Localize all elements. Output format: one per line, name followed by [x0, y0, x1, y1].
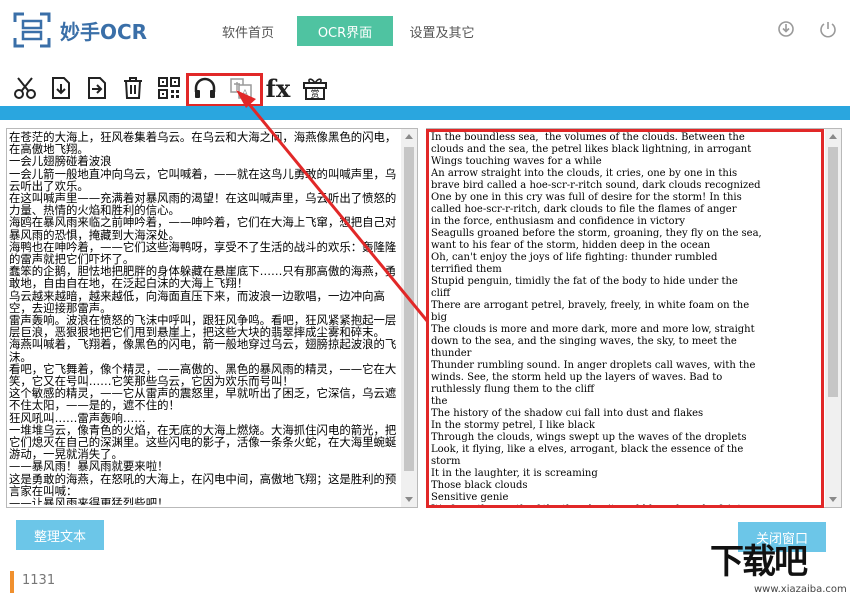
minimize-icon[interactable] — [776, 19, 796, 39]
highlight-box-translation — [426, 129, 824, 508]
formula-label: fx — [265, 73, 291, 103]
progress-divider — [0, 106, 850, 120]
tab-home[interactable]: 软件首页 — [200, 16, 296, 46]
gift-label: 赏 — [310, 88, 319, 100]
formula-icon[interactable]: fx — [262, 72, 294, 104]
scroll-down-icon[interactable] — [405, 497, 413, 502]
tab-settings[interactable]: 设置及其它 — [394, 16, 490, 46]
scroll-thumb[interactable] — [828, 147, 838, 397]
scroll-up-icon[interactable] — [829, 134, 837, 139]
ocr-app-window: 妙手OCR 软件首页 OCR界面 设置及其它 A fx 赏 在苍茫的大海上，狂风… — [0, 0, 850, 600]
qrcode-icon[interactable] — [154, 72, 184, 104]
highlight-box-toolbar — [186, 73, 263, 107]
app-title: 妙手OCR — [60, 20, 148, 44]
scroll-down-icon[interactable] — [829, 497, 837, 502]
toolbar: A fx 赏 — [0, 70, 850, 108]
delete-icon[interactable] — [118, 72, 148, 104]
header: 妙手OCR 软件首页 OCR界面 设置及其它 — [0, 0, 850, 62]
scroll-thumb[interactable] — [404, 147, 414, 471]
app-logo-icon — [13, 12, 51, 48]
close-icon[interactable] — [818, 19, 838, 39]
scissors-icon[interactable] — [10, 72, 40, 104]
export-icon[interactable] — [82, 72, 112, 104]
status-marker — [10, 571, 14, 593]
translation-scrollbar[interactable] — [825, 129, 841, 507]
tab-ocr[interactable]: OCR界面 — [297, 16, 393, 46]
clean-text-button[interactable]: 整理文本 — [16, 520, 104, 550]
source-text: 在苍茫的大海上，狂风卷集着乌云。在乌云和大海之间，海燕像黑色的闪电，在高傲地飞翔… — [9, 131, 397, 505]
site-watermark: 下载吧 www.xiazaiba.com — [700, 530, 850, 600]
source-scrollbar[interactable] — [401, 129, 417, 507]
ocr-source-textarea[interactable]: 在苍茫的大海上，狂风卷集着乌云。在乌云和大海之间，海燕像黑色的闪电，在高傲地飞翔… — [6, 128, 418, 508]
char-count: 1131 — [22, 573, 56, 588]
import-icon[interactable] — [46, 72, 76, 104]
scroll-up-icon[interactable] — [405, 134, 413, 139]
watermark-url: www.xiazaiba.com — [754, 584, 847, 595]
gift-icon[interactable]: 赏 — [300, 72, 330, 104]
watermark-logo: 下载吧 — [710, 542, 808, 582]
